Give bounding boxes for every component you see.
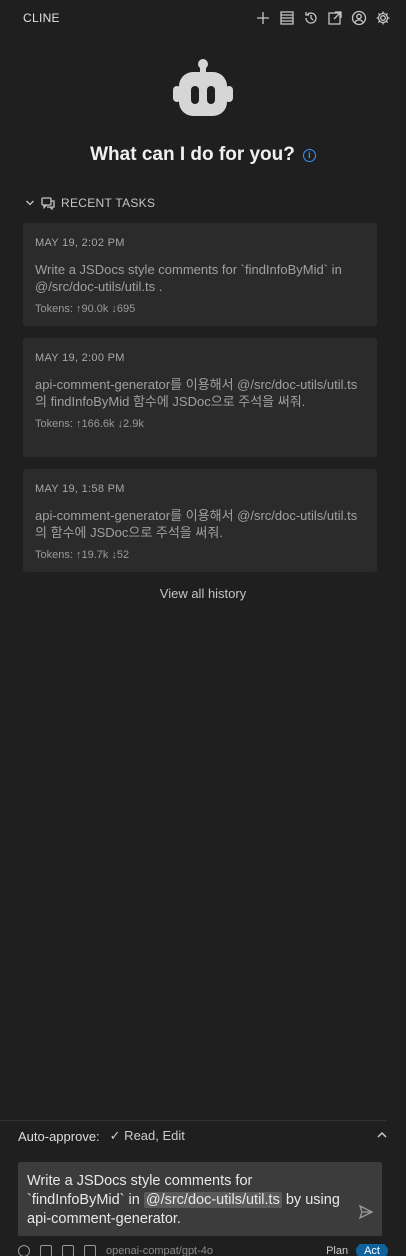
file-mention: @/src/doc-utils/util.ts bbox=[143, 1192, 282, 1208]
auto-approve-value: ✓ Read, Edit bbox=[109, 1128, 185, 1143]
recent-tasks-title: RECENT TASKS bbox=[61, 196, 156, 210]
auto-approve-label: Auto-approve: bbox=[18, 1128, 100, 1144]
divider bbox=[0, 1120, 386, 1121]
chevron-down-icon bbox=[26, 200, 34, 206]
plan-mode-button[interactable]: Plan bbox=[322, 1244, 352, 1256]
task-date: MAY 19, 2:00 PM bbox=[35, 352, 125, 364]
task-text: api-comment-generator를 이용해서 @/src/doc-ut… bbox=[35, 377, 358, 409]
task-date: MAY 19, 2:02 PM bbox=[35, 237, 125, 249]
task-tokens: Tokens: ↑19.7k ↓52 bbox=[35, 549, 130, 561]
task-tokens: Tokens: ↑166.6k ↓2.9k bbox=[35, 418, 144, 430]
task-item[interactable]: MAY 19, 2:02 PM Write a JSDocs style com… bbox=[23, 223, 377, 326]
camera-icon[interactable] bbox=[40, 1245, 52, 1256]
header: CLINE bbox=[0, 0, 406, 36]
info-icon[interactable]: i bbox=[302, 149, 316, 162]
act-mode-button[interactable]: Act bbox=[356, 1244, 388, 1256]
chat-input[interactable]: Write a JSDocs style comments for `findI… bbox=[18, 1162, 382, 1236]
welcome-heading: What can I do for you? i bbox=[0, 144, 406, 166]
recent-tasks-header[interactable]: RECENT TASKS bbox=[25, 196, 155, 210]
chevron-up-icon[interactable] bbox=[376, 1129, 388, 1144]
welcome-text: What can I do for you? bbox=[90, 144, 295, 165]
popout-icon[interactable] bbox=[326, 9, 344, 27]
account-icon[interactable] bbox=[350, 9, 368, 27]
mcp-servers-icon[interactable] bbox=[278, 9, 296, 27]
task-item[interactable]: MAY 19, 1:58 PM api-comment-generator를 이… bbox=[23, 469, 377, 572]
input-toolbar: openai-compat/gpt-4o Plan Act bbox=[18, 1244, 388, 1256]
header-actions bbox=[254, 9, 392, 27]
task-text: api-comment-generator를 이용해서 @/src/doc-ut… bbox=[35, 508, 358, 540]
send-icon[interactable] bbox=[358, 1204, 374, 1226]
task-date: MAY 19, 1:58 PM bbox=[35, 483, 125, 495]
plan-act-toggle[interactable]: Plan Act bbox=[322, 1244, 388, 1256]
task-tokens: Tokens: ↑90.0k ↓695 bbox=[35, 303, 136, 315]
new-task-icon[interactable] bbox=[254, 9, 272, 27]
history-icon[interactable] bbox=[302, 9, 320, 27]
task-text: Write a JSDocs style comments for `findI… bbox=[35, 262, 342, 294]
comment-discussion-icon bbox=[41, 197, 55, 210]
view-all-history-link[interactable]: View all history bbox=[0, 586, 406, 601]
auto-approve-bar[interactable]: Auto-approve: ✓ Read, Edit bbox=[18, 1128, 388, 1144]
task-item[interactable]: MAY 19, 2:00 PM api-comment-generator를 이… bbox=[23, 338, 377, 457]
mcp-servers-small-icon[interactable] bbox=[62, 1245, 74, 1256]
app-title: CLINE bbox=[23, 11, 60, 25]
model-icon bbox=[84, 1245, 96, 1256]
mention-at-icon[interactable] bbox=[18, 1245, 30, 1256]
model-selector[interactable]: openai-compat/gpt-4o bbox=[106, 1245, 213, 1256]
cline-robot-logo-icon bbox=[171, 56, 235, 120]
settings-gear-icon[interactable] bbox=[374, 9, 392, 27]
